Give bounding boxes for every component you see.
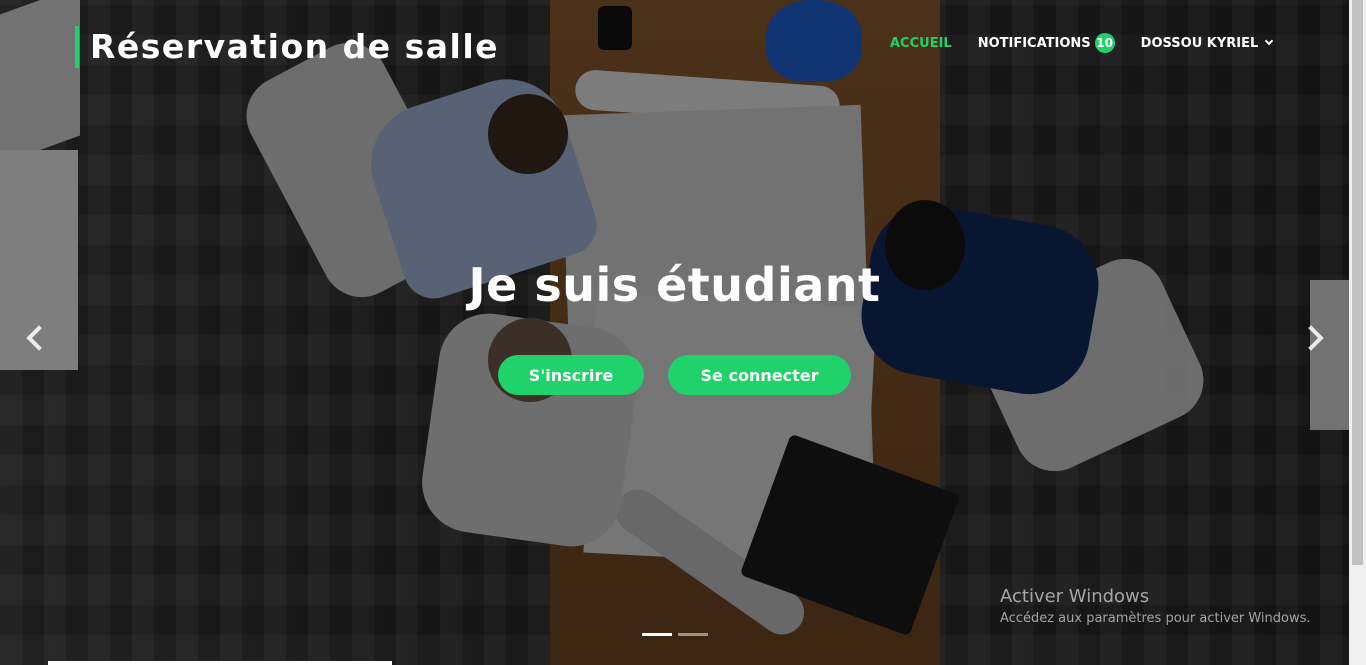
windows-activation-title: Activer Windows	[1000, 586, 1150, 607]
hero-background	[0, 0, 1349, 665]
brand-title[interactable]: Réservation de salle	[90, 27, 499, 66]
windows-activation-subtitle: Accédez aux paramètres pour activer Wind…	[1000, 611, 1311, 626]
hero-overlay	[0, 0, 1349, 665]
carousel-prev-button[interactable]	[20, 322, 52, 356]
nav-item-home[interactable]: ACCUEIL	[890, 36, 952, 51]
main-nav: ACCUEIL NOTIFICATIONS 10 DOSSOU KYRIEL	[890, 30, 1274, 56]
scrollbar-thumb[interactable]	[1352, 0, 1363, 565]
nav-item-notifications-label: NOTIFICATIONS	[977, 35, 1091, 51]
page-scrollbar[interactable]	[1349, 0, 1366, 665]
carousel-indicators	[642, 633, 714, 636]
bottom-strip	[48, 661, 392, 665]
chevron-right-icon	[1298, 325, 1324, 351]
notifications-count-badge: 10	[1094, 33, 1115, 53]
carousel-indicator-1[interactable]	[642, 633, 672, 636]
chevron-left-icon	[26, 325, 52, 351]
nav-item-user-menu[interactable]: DOSSOU KYRIEL	[1140, 35, 1274, 51]
chevron-down-icon	[1265, 36, 1274, 46]
carousel-next-button[interactable]	[1298, 322, 1330, 356]
nav-item-notifications[interactable]: NOTIFICATIONS 10	[978, 33, 1115, 53]
brand[interactable]: Réservation de salle	[75, 26, 499, 68]
carousel-indicator-2[interactable]	[678, 633, 708, 636]
login-button[interactable]: Se connecter	[668, 355, 851, 395]
hero-title: Je suis étudiant	[468, 258, 881, 312]
register-button[interactable]: S'inscrire	[498, 355, 644, 395]
nav-item-user-label: DOSSOU KYRIEL	[1140, 35, 1259, 51]
